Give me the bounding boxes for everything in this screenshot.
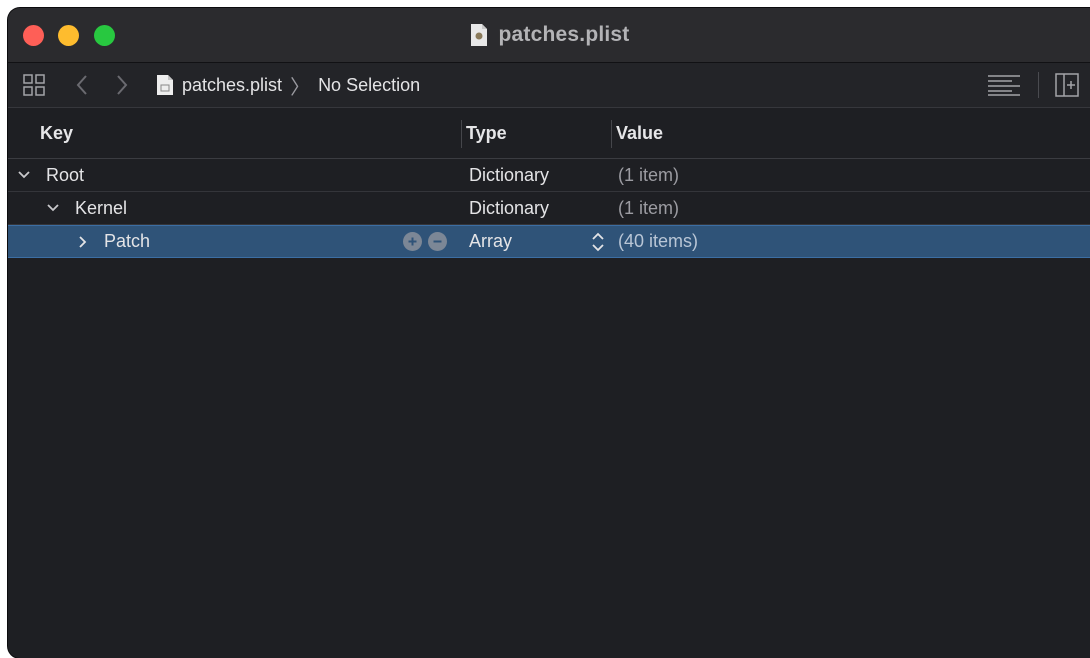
column-header-key[interactable]: Key xyxy=(40,108,73,158)
chevron-down-icon[interactable] xyxy=(17,159,31,191)
column-header-value[interactable]: Value xyxy=(616,108,663,158)
navigation-toolbar: patches.plist 〉 No Selection xyxy=(8,63,1090,108)
plist-file-icon xyxy=(470,24,487,46)
row-type[interactable]: Dictionary xyxy=(469,192,549,224)
chevron-right-icon[interactable] xyxy=(78,226,88,257)
table-row[interactable]: Kernel Dictionary (1 item) xyxy=(8,192,1090,225)
row-type[interactable]: Array xyxy=(469,226,512,257)
row-value[interactable]: (1 item) xyxy=(618,192,679,224)
breadcrumb-selection[interactable]: No Selection xyxy=(318,75,420,96)
column-divider[interactable] xyxy=(611,120,612,148)
column-header-type[interactable]: Type xyxy=(466,108,507,158)
toolbar-divider xyxy=(1038,72,1039,98)
window-title-area: patches.plist xyxy=(8,8,1090,62)
row-type[interactable]: Dictionary xyxy=(469,159,549,191)
chevron-down-icon[interactable] xyxy=(46,192,60,224)
row-value[interactable]: (40 items) xyxy=(618,226,698,257)
related-items-grid-icon[interactable] xyxy=(20,63,48,107)
add-editor-icon[interactable] xyxy=(1054,63,1080,107)
row-key[interactable]: Kernel xyxy=(75,192,127,224)
remove-item-icon[interactable] xyxy=(428,232,447,251)
title-bar[interactable]: patches.plist xyxy=(8,8,1090,63)
column-divider[interactable] xyxy=(461,120,462,148)
row-key[interactable]: Root xyxy=(46,159,84,191)
breadcrumb-file[interactable]: patches.plist xyxy=(182,75,282,96)
type-stepper-icon[interactable] xyxy=(588,230,608,254)
row-value[interactable]: (1 item) xyxy=(618,159,679,191)
table-row[interactable]: Root Dictionary (1 item) xyxy=(8,159,1090,192)
row-key[interactable]: Patch xyxy=(104,226,150,257)
column-header: Key Type Value xyxy=(8,108,1090,159)
breadcrumb: patches.plist 〉 No Selection xyxy=(156,63,420,107)
back-arrow-icon[interactable] xyxy=(72,63,92,107)
window-title: patches.plist xyxy=(498,23,630,46)
outline-list-icon[interactable] xyxy=(986,63,1022,107)
breadcrumb-separator-icon: 〉 xyxy=(290,76,311,99)
plist-outline: Root Dictionary (1 item) Kernel Dictiona… xyxy=(8,159,1090,258)
plist-doc-icon xyxy=(157,75,173,95)
forward-arrow-icon[interactable] xyxy=(112,63,132,107)
plist-editor-window: patches.plist patches.plist 〉 No Selecti… xyxy=(8,8,1090,658)
table-row-selected[interactable]: Patch Array (40 items) xyxy=(8,225,1090,258)
add-item-icon[interactable] xyxy=(403,232,422,251)
